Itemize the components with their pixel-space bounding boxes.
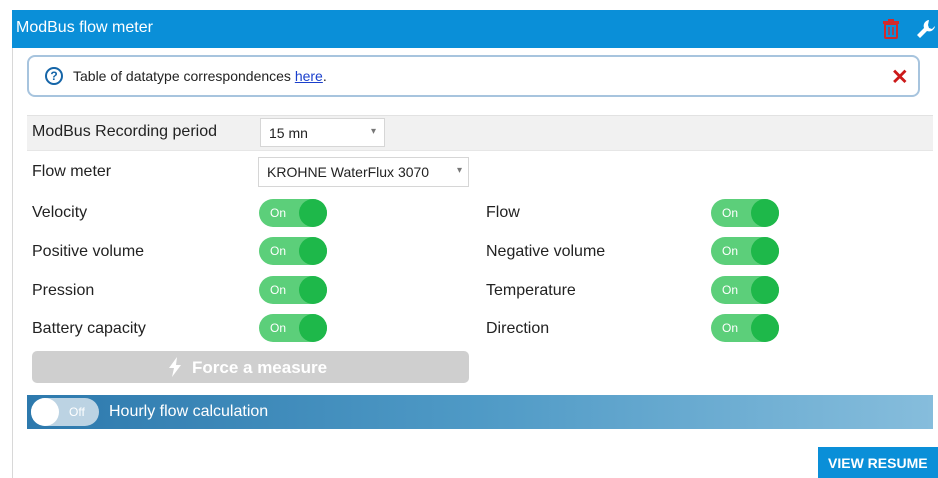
toggle-knob	[751, 276, 779, 304]
pression-toggle[interactable]: On	[259, 276, 327, 304]
chevron-down-icon: ▾	[370, 126, 376, 137]
positive-volume-toggle[interactable]: On	[259, 237, 327, 265]
toggle-knob	[751, 199, 779, 227]
flow-label: Flow	[486, 204, 520, 221]
direction-toggle[interactable]: On	[711, 314, 779, 342]
view-resume-button[interactable]: VIEW RESUME	[818, 447, 938, 478]
toggle-knob	[751, 314, 779, 342]
wrench-icon[interactable]	[915, 18, 937, 40]
panel-title: ModBus flow meter	[16, 19, 153, 36]
flow-toggle[interactable]: On	[711, 199, 779, 227]
velocity-toggle[interactable]: On	[259, 199, 327, 227]
battery-capacity-toggle[interactable]: On	[259, 314, 327, 342]
toggle-knob	[31, 398, 59, 426]
hourly-flow-row: Off Hourly flow calculation	[27, 395, 933, 429]
temperature-label: Temperature	[486, 282, 576, 299]
hourly-flow-label: Hourly flow calculation	[109, 403, 269, 420]
panel-header: ModBus flow meter	[12, 10, 938, 48]
recording-period-select[interactable]: 15 mn ▾	[260, 118, 385, 147]
flow-meter-select[interactable]: KROHNE WaterFlux 3070 ▾	[258, 157, 469, 187]
help-circle-icon: ?	[45, 67, 63, 85]
datatype-info-banner: ? Table of datatype correspondences here…	[27, 55, 920, 97]
toggle-knob	[299, 276, 327, 304]
recording-period-label: ModBus Recording period	[32, 123, 217, 140]
toggle-knob	[299, 237, 327, 265]
here-link[interactable]: here	[295, 68, 323, 84]
info-text: Table of datatype correspondences here.	[73, 68, 327, 84]
battery-capacity-label: Battery capacity	[32, 320, 146, 337]
force-measure-button[interactable]: Force a measure	[32, 351, 469, 383]
toggle-knob	[299, 199, 327, 227]
hourly-flow-toggle[interactable]: Off	[31, 398, 99, 426]
lightning-icon	[169, 357, 181, 377]
chevron-down-icon: ▾	[456, 165, 462, 176]
direction-label: Direction	[486, 320, 550, 337]
flow-meter-label: Flow meter	[32, 163, 112, 180]
velocity-label: Velocity	[32, 204, 88, 221]
trash-icon[interactable]	[880, 18, 902, 40]
positive-volume-label: Positive volume	[32, 243, 145, 260]
temperature-toggle[interactable]: On	[711, 276, 779, 304]
negative-volume-label: Negative volume	[486, 243, 606, 260]
close-icon[interactable]: ✕	[891, 65, 909, 90]
negative-volume-toggle[interactable]: On	[711, 237, 779, 265]
pression-label: Pression	[32, 282, 95, 299]
toggle-knob	[751, 237, 779, 265]
toggle-knob	[299, 314, 327, 342]
